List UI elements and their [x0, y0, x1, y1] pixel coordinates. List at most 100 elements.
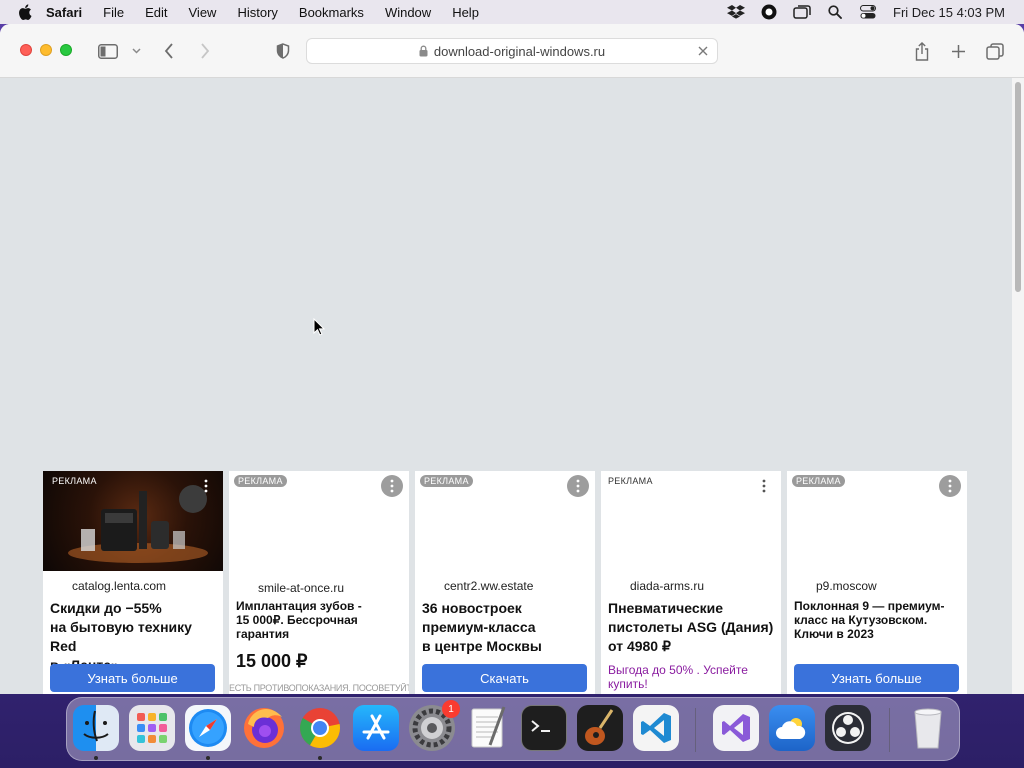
ad-badge: РЕКЛАМА: [608, 476, 653, 486]
ad-card[interactable]: РЕКЛАМА centr2.ww.estate 36 новостроек п…: [415, 471, 595, 694]
sidebar-icon: [98, 43, 118, 59]
ad-badge: РЕКЛАМА: [792, 475, 845, 487]
dock-app-terminal[interactable]: [521, 705, 567, 751]
running-indicator: [206, 756, 210, 760]
ad-card[interactable]: РЕКЛАМА catalog.lenta.com Скидки до −55%…: [43, 471, 223, 694]
zoom-window-button[interactable]: [60, 44, 72, 56]
menu-app-safari[interactable]: Safari: [46, 5, 82, 20]
sidebar-toggle-button[interactable]: [96, 40, 120, 62]
ad-promo-text[interactable]: Выгода до 50% . Успейте купить!: [608, 663, 773, 691]
dock-app-firefox[interactable]: [241, 705, 287, 751]
dock-app-garageband[interactable]: [577, 705, 623, 751]
menu-view[interactable]: View: [189, 5, 217, 20]
running-indicator: [318, 756, 322, 760]
chevron-down-icon: [131, 48, 141, 54]
dock: 1: [66, 697, 960, 761]
dock-app-obs[interactable]: [825, 705, 871, 751]
ad-disclaimer: ЕСТЬ ПРОТИВОПОКАЗАНИЯ. ПОСОВЕТУЙТЕСЬ С В…: [229, 683, 409, 693]
back-button[interactable]: [160, 40, 178, 62]
app-store-icon: [362, 714, 390, 740]
ad-domain[interactable]: p9.moscow: [816, 579, 877, 593]
menubar-clock[interactable]: Fri Dec 15 4:03 PM: [893, 5, 1005, 20]
menu-bar: Safari File Edit View History Bookmarks …: [0, 0, 1024, 24]
ad-menu-button[interactable]: [753, 475, 775, 497]
screens-icon[interactable]: [793, 4, 811, 20]
scrollbar-thumb[interactable]: [1015, 82, 1021, 292]
forward-button[interactable]: [196, 40, 214, 62]
dock-app-visual-studio[interactable]: [713, 705, 759, 751]
menu-file[interactable]: File: [103, 5, 124, 20]
ad-domain[interactable]: smile-at-once.ru: [258, 581, 344, 595]
menu-history[interactable]: History: [237, 5, 277, 20]
safari-toolbar: download-original-windows.ru: [0, 24, 1024, 78]
spotlight-icon[interactable]: [826, 4, 844, 20]
close-window-button[interactable]: [20, 44, 32, 56]
chevron-left-icon: [164, 43, 173, 59]
dock-app-safari[interactable]: [185, 705, 231, 751]
dock-app-weather[interactable]: [769, 705, 815, 751]
apple-menu-icon[interactable]: [18, 4, 32, 20]
ad-menu-button[interactable]: [195, 475, 217, 497]
privacy-report-button[interactable]: [274, 40, 292, 62]
ad-title[interactable]: Пневматические пистолеты ASG (Дания) от …: [608, 599, 775, 656]
ad-cta-button[interactable]: Скачать: [422, 664, 587, 692]
dock-separator: [889, 708, 890, 752]
tab-group-dropdown[interactable]: [130, 40, 142, 62]
page-scrollbar[interactable]: [1012, 78, 1024, 694]
dock-app-textedit[interactable]: [465, 705, 511, 751]
dock-trash[interactable]: [905, 705, 951, 751]
ad-cta-button[interactable]: Узнать больше: [794, 664, 959, 692]
ad-card[interactable]: РЕКЛАМА p9.moscow Поклонная 9 — премиум-…: [787, 471, 967, 694]
trash-icon: [914, 708, 942, 749]
cloud-icon: [776, 718, 806, 739]
menu-window[interactable]: Window: [385, 5, 431, 20]
launchpad-icon: [137, 713, 167, 743]
tab-overview-button[interactable]: [985, 40, 1005, 62]
ad-menu-button[interactable]: [567, 475, 589, 497]
ad-badge: РЕКЛАМА: [420, 475, 473, 487]
ad-menu-button[interactable]: [381, 475, 403, 497]
dock-app-launchpad[interactable]: [129, 705, 175, 751]
share-icon: [915, 41, 929, 61]
ad-menu-button[interactable]: [939, 475, 961, 497]
ad-badge: РЕКЛАМА: [234, 475, 287, 487]
safari-window: download-original-windows.ru РЕКЛАМА cat…: [0, 24, 1024, 694]
record-icon[interactable]: [760, 4, 778, 20]
new-tab-button[interactable]: [948, 40, 968, 62]
dock-app-app-store[interactable]: [353, 705, 399, 751]
ad-domain[interactable]: diada-arms.ru: [630, 579, 704, 593]
menu-edit[interactable]: Edit: [145, 5, 167, 20]
chrome-icon: [300, 708, 340, 748]
tab-overview-icon: [986, 42, 1004, 60]
more-vertical-icon: [390, 479, 394, 493]
shield-icon: [276, 43, 290, 59]
more-vertical-icon: [576, 479, 580, 493]
menu-help[interactable]: Help: [452, 5, 479, 20]
ad-domain[interactable]: catalog.lenta.com: [72, 579, 166, 593]
ad-title[interactable]: 36 новостроек премиум-класса в центре Мо…: [422, 599, 589, 656]
dock-app-finder[interactable]: [73, 705, 119, 751]
visual-studio-icon: [722, 714, 750, 742]
running-indicator: [94, 756, 98, 760]
obs-icon: [832, 712, 864, 744]
address-bar[interactable]: download-original-windows.ru: [306, 38, 718, 64]
clear-address-button[interactable]: [695, 43, 711, 62]
ad-domain[interactable]: centr2.ww.estate: [444, 579, 533, 593]
ad-cta-button[interactable]: Узнать больше: [50, 664, 215, 692]
dock-app-chrome[interactable]: [297, 705, 343, 751]
ad-title[interactable]: Имплантация зубов - 15 000₽. Бессрочная …: [236, 599, 403, 641]
ad-card[interactable]: РЕКЛАМА smile-at-once.ru Имплантация зуб…: [229, 471, 409, 694]
control-center-icon[interactable]: [859, 4, 877, 20]
ad-title[interactable]: Поклонная 9 — премиум- класс на Кутузовс…: [794, 599, 961, 641]
address-bar-url: download-original-windows.ru: [433, 43, 606, 59]
menu-bookmarks[interactable]: Bookmarks: [299, 5, 364, 20]
more-vertical-icon: [204, 479, 208, 493]
dropbox-icon[interactable]: [727, 4, 745, 20]
more-vertical-icon: [948, 479, 952, 493]
chevron-right-icon: [201, 43, 210, 59]
ad-card[interactable]: РЕКЛАМА diada-arms.ru Пневматические пис…: [601, 471, 781, 694]
minimize-window-button[interactable]: [40, 44, 52, 56]
notification-badge: 1: [442, 700, 460, 718]
share-button[interactable]: [912, 40, 932, 62]
dock-app-vscode[interactable]: [633, 705, 679, 751]
